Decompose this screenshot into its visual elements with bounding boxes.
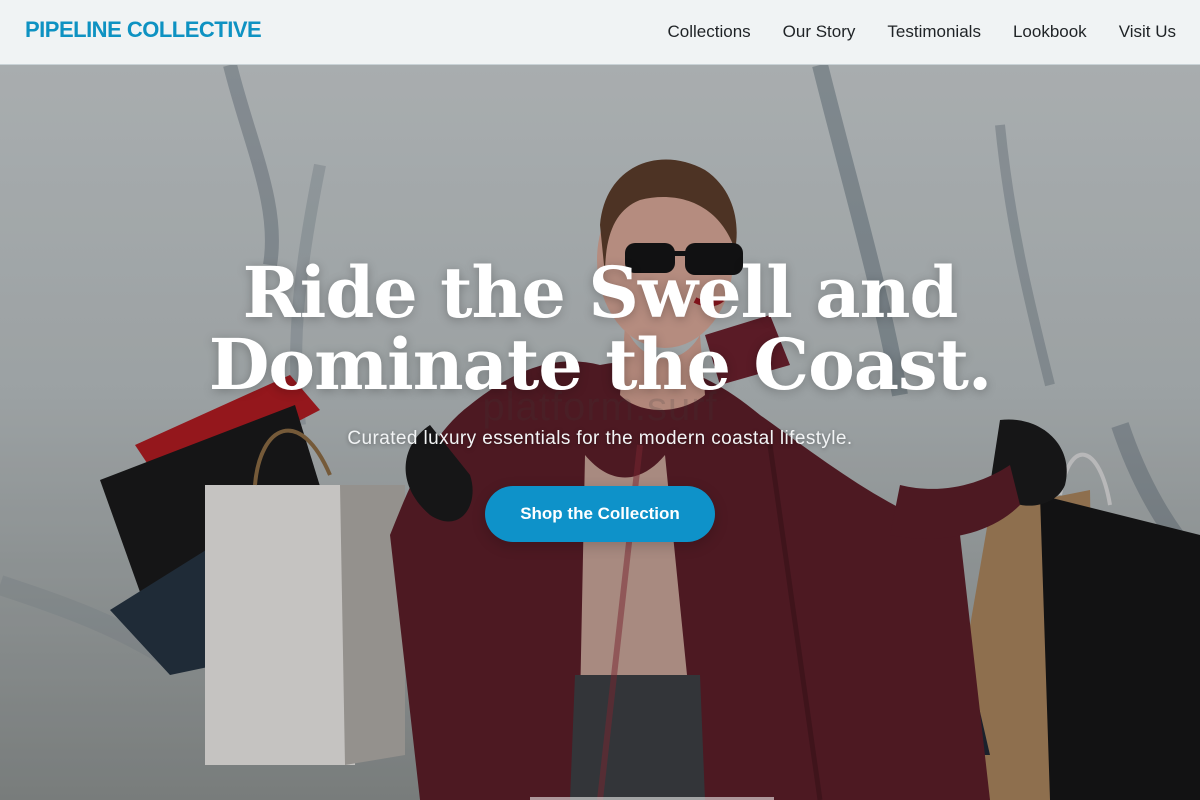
nav-link-testimonials[interactable]: Testimonials [887,21,981,43]
brand-logo[interactable]: PIPELINE COLLECTIVE [25,17,262,43]
hero-section: platform.surf Ride the Swell and Dominat… [0,65,1200,800]
hero-subtitle: Curated luxury essentials for the modern… [347,428,853,449]
nav-link-lookbook[interactable]: Lookbook [1013,21,1087,43]
nav-link-collections[interactable]: Collections [668,21,751,43]
site-header: PIPELINE COLLECTIVE Collections Our Stor… [0,0,1200,65]
nav-link-our-story[interactable]: Our Story [783,21,856,43]
hero-content: platform.surf Ride the Swell and Dominat… [0,65,1200,800]
main-nav: Collections Our Story Testimonials Lookb… [668,21,1177,43]
hero-title: Ride the Swell and Dominate the Coast. [208,251,993,406]
shop-collection-button[interactable]: Shop the Collection [485,486,715,542]
nav-link-visit-us[interactable]: Visit Us [1119,21,1176,43]
